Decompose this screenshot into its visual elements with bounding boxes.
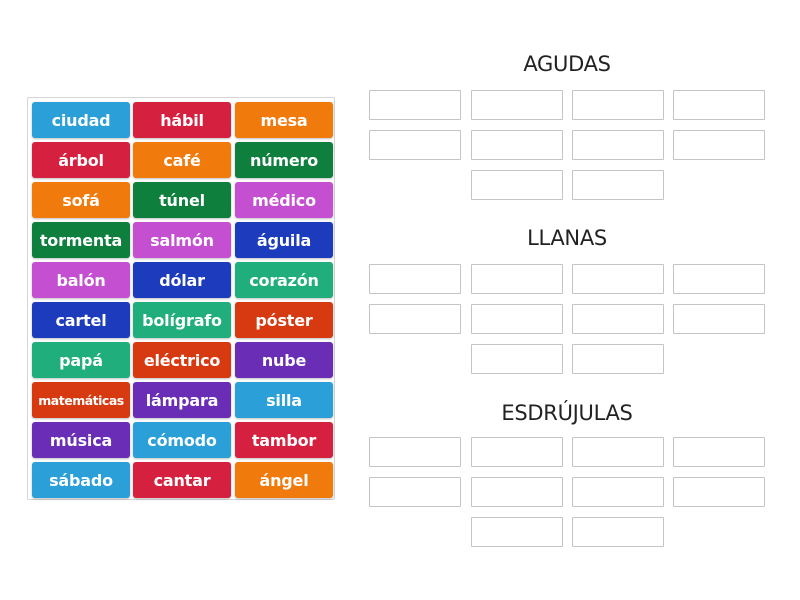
drop-slot[interactable] (673, 477, 765, 507)
word-tile[interactable]: tambor (235, 422, 333, 458)
word-tile[interactable]: cómodo (133, 422, 231, 458)
word-tile[interactable]: sofá (32, 182, 130, 218)
word-tile[interactable]: tormenta (32, 222, 130, 258)
word-tile[interactable]: médico (235, 182, 333, 218)
word-tile[interactable]: matemáticas (32, 382, 130, 418)
word-tile[interactable]: hábil (133, 102, 231, 138)
drop-slot[interactable] (369, 130, 461, 160)
drop-slot[interactable] (471, 437, 563, 467)
word-tile[interactable]: túnel (133, 182, 231, 218)
drop-slot[interactable] (369, 90, 461, 120)
word-tile[interactable]: sábado (32, 462, 130, 498)
word-tile[interactable]: papá (32, 342, 130, 378)
drop-slot[interactable] (471, 264, 563, 294)
drop-slot[interactable] (471, 130, 563, 160)
word-tile[interactable]: salmón (133, 222, 231, 258)
word-tile[interactable]: bolígrafo (133, 302, 231, 338)
word-tile[interactable]: música (32, 422, 130, 458)
word-tile[interactable]: nube (235, 342, 333, 378)
drop-slot[interactable] (572, 90, 664, 120)
word-tile[interactable]: número (235, 142, 333, 178)
word-tile[interactable]: café (133, 142, 231, 178)
word-tile[interactable]: mesa (235, 102, 333, 138)
word-tile[interactable]: águila (235, 222, 333, 258)
drop-slot[interactable] (471, 344, 563, 374)
drop-slot[interactable] (673, 437, 765, 467)
drop-slot[interactable] (673, 304, 765, 334)
drop-slot[interactable] (673, 264, 765, 294)
drop-slot[interactable] (572, 477, 664, 507)
drop-slot[interactable] (572, 344, 664, 374)
word-tile[interactable]: dólar (133, 262, 231, 298)
drop-slot[interactable] (572, 304, 664, 334)
drop-slot[interactable] (673, 130, 765, 160)
word-tile[interactable]: balón (32, 262, 130, 298)
drop-slot[interactable] (572, 130, 664, 160)
drop-slot[interactable] (471, 90, 563, 120)
drop-slot[interactable] (369, 477, 461, 507)
drop-slot[interactable] (572, 437, 664, 467)
category-title: LLANAS (527, 226, 607, 250)
drop-slot[interactable] (369, 304, 461, 334)
drop-slot[interactable] (471, 170, 563, 200)
drop-slot[interactable] (369, 437, 461, 467)
drop-slot[interactable] (572, 264, 664, 294)
word-tile[interactable]: cantar (133, 462, 231, 498)
word-tile[interactable]: árbol (32, 142, 130, 178)
drop-slot[interactable] (471, 304, 563, 334)
drop-slot[interactable] (572, 517, 664, 547)
drop-slot[interactable] (673, 90, 765, 120)
word-tile[interactable]: ángel (235, 462, 333, 498)
word-tile[interactable]: corazón (235, 262, 333, 298)
word-tile[interactable]: cartel (32, 302, 130, 338)
word-tile[interactable]: eléctrico (133, 342, 231, 378)
category-title: AGUDAS (523, 52, 611, 76)
drop-slot[interactable] (369, 264, 461, 294)
word-tile[interactable]: silla (235, 382, 333, 418)
drop-slot[interactable] (572, 170, 664, 200)
word-tile[interactable]: póster (235, 302, 333, 338)
group-sort-activity: ciudad hábil mesa árbol café número sofá túnel m… (0, 0, 800, 600)
category-title: ESDRÚJULAS (501, 401, 633, 425)
drop-slot[interactable] (471, 517, 563, 547)
word-tile[interactable]: lámpara (133, 382, 231, 418)
word-tile[interactable]: ciudad (32, 102, 130, 138)
drop-slot[interactable] (471, 477, 563, 507)
word-bank: ciudad hábil mesa árbol café número sofá túnel m… (27, 97, 335, 500)
